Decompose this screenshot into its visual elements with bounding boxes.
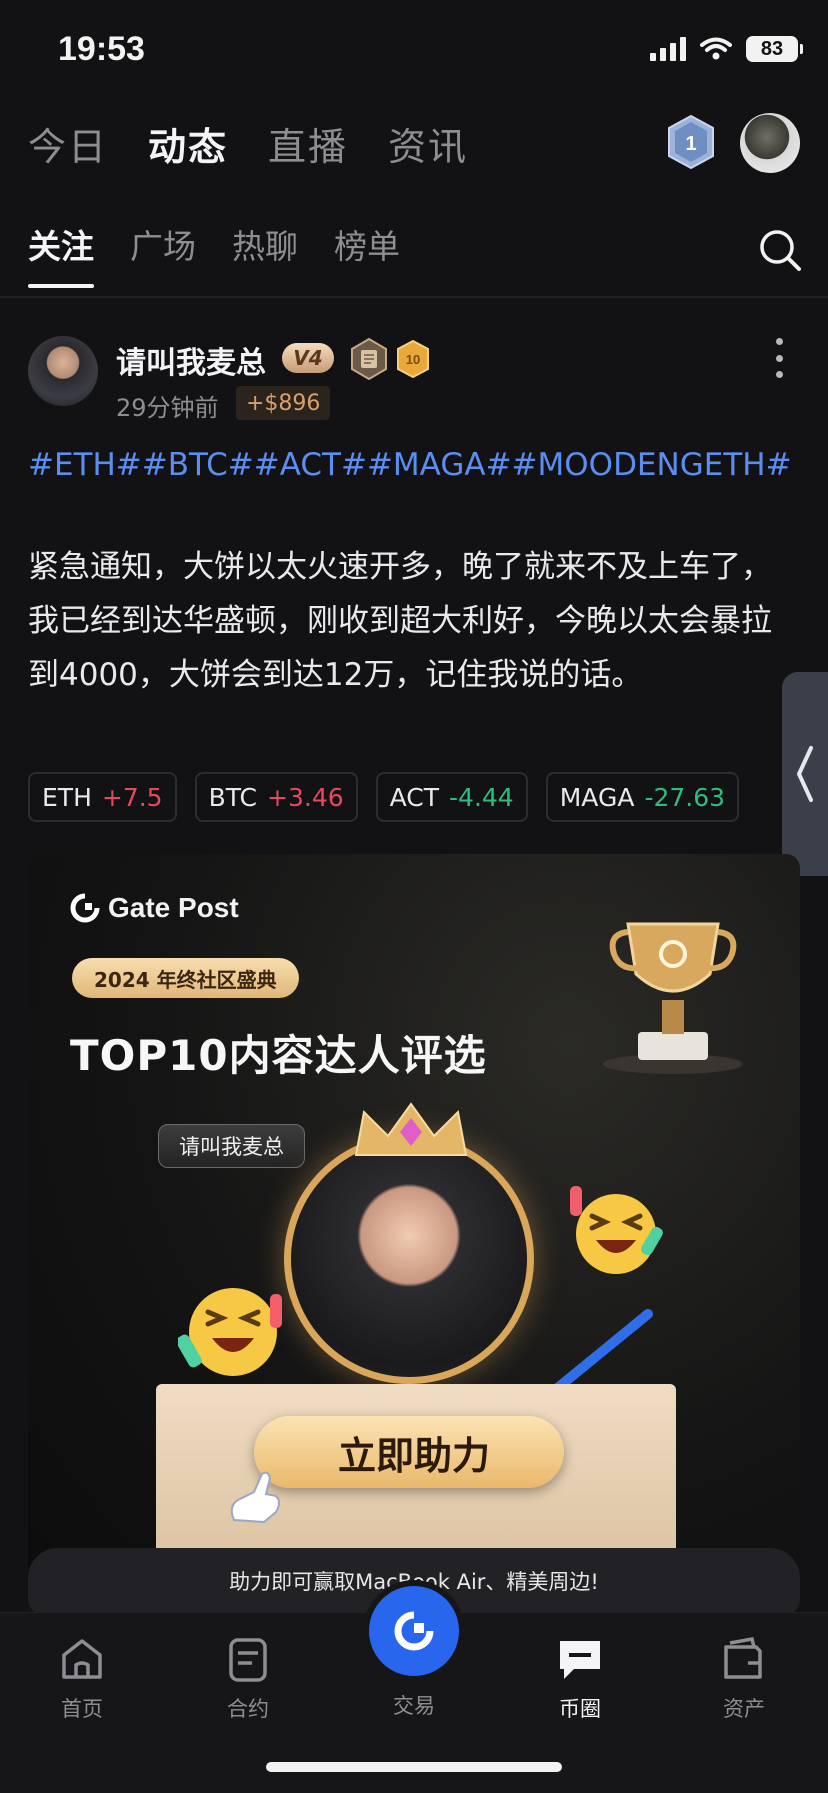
profit-badge: +$896 [236, 386, 331, 420]
status-time: 19:53 [58, 30, 145, 68]
ticker-list: ETH +7.5 BTC +3.46 ACT -4.44 MAGA -27.63 [28, 772, 740, 822]
nav-home[interactable]: 首页 [32, 1633, 132, 1723]
medal-level: 10 [406, 352, 420, 367]
home-icon [62, 1639, 102, 1679]
user-avatar[interactable] [740, 113, 800, 173]
battery-icon: 83 [746, 36, 803, 62]
sub-tabs: 关注 广场 热聊 榜单 [28, 220, 400, 288]
tab-hot-chat[interactable]: 热聊 [232, 220, 298, 288]
chevron-left-icon [797, 746, 813, 802]
contract-icon [229, 1638, 267, 1682]
nav-community[interactable]: 币圈 [530, 1633, 630, 1723]
level-medal-icon: 10 [397, 340, 429, 378]
side-drawer-handle[interactable] [782, 672, 828, 876]
status-bar: 19:53 83 [0, 0, 828, 100]
ticker-chip[interactable]: ACT -4.44 [375, 772, 528, 822]
pointing-hand-icon [230, 1471, 280, 1524]
ticker-chip[interactable]: BTC +3.46 [194, 772, 358, 822]
promo-event-pill: 2024 年终社区盛典 [72, 958, 299, 998]
nav-label: 首页 [61, 1697, 103, 1721]
signal-icon [650, 37, 686, 61]
more-options-icon[interactable] [772, 338, 786, 378]
tab-square[interactable]: 广场 [130, 220, 196, 288]
search-icon[interactable] [758, 228, 802, 272]
ticker-change: -4.44 [449, 782, 514, 812]
vip-badge: V4 [282, 343, 334, 373]
nav-trade-label[interactable]: 交易 [364, 1690, 464, 1720]
nav-label: 合约 [227, 1697, 269, 1721]
nominee-name-bubble: 请叫我麦总 [158, 1124, 305, 1168]
tab-live[interactable]: 直播 [268, 116, 348, 171]
gate-logo-icon [70, 893, 100, 923]
support-now-button[interactable]: 立即助力 [254, 1416, 564, 1488]
promo-banner[interactable]: Gate Post 2024 年终社区盛典 TOP10内容达人评选 请叫我麦总 [28, 854, 800, 1614]
nav-label: 资产 [723, 1697, 765, 1721]
tab-feed[interactable]: 动态 [148, 116, 228, 171]
tab-leaderboard[interactable]: 榜单 [334, 220, 400, 288]
ticker-symbol: ACT [389, 782, 440, 812]
post-time: 29分钟前 [116, 394, 219, 422]
ticker-symbol: MAGA [559, 782, 635, 812]
trophy-icon [603, 922, 743, 1074]
crown-icon [354, 1102, 468, 1156]
ticker-change: -27.63 [644, 782, 726, 812]
rank-badge-icon[interactable]: 1 [666, 114, 716, 170]
tab-news[interactable]: 资讯 [388, 116, 468, 171]
chat-icon [560, 1641, 600, 1679]
nominee-portrait [284, 1134, 534, 1384]
ticker-symbol: ETH [42, 782, 92, 812]
home-indicator[interactable] [266, 1762, 562, 1772]
rank-badge-number: 1 [685, 133, 696, 155]
ticker-change: +7.5 [101, 782, 163, 812]
wifi-icon [700, 37, 732, 60]
author-avatar[interactable] [28, 336, 98, 406]
ticker-change: +3.46 [267, 782, 344, 812]
post-hashtags[interactable]: #ETH##BTC##ACT##MAGA##MOODENGETH# [28, 440, 798, 490]
promo-title: TOP10内容达人评选 [70, 1031, 487, 1080]
gate-post-logo: Gate Post [70, 892, 239, 924]
ticker-chip[interactable]: MAGA -27.63 [545, 772, 740, 822]
promo-brand: Gate Post [108, 892, 239, 923]
ticker-chip[interactable]: ETH +7.5 [28, 772, 177, 822]
post-content: 紧急通知，大饼以太火速开多，晚了就来不及上车了，我已经到达华盛顿，刚收到超大利好… [28, 549, 772, 693]
author-name[interactable]: 请叫我麦总 [116, 338, 266, 382]
trade-button[interactable] [369, 1586, 459, 1676]
status-icons: 83 [650, 36, 803, 62]
laughing-emoji-icon [570, 1186, 663, 1274]
wallet-icon [724, 1636, 762, 1679]
header-divider [0, 296, 828, 298]
nav-assets[interactable]: 资产 [694, 1633, 794, 1723]
scroll-medal-icon [351, 338, 387, 380]
laughing-emoji-icon [178, 1288, 282, 1376]
tab-following[interactable]: 关注 [28, 220, 94, 288]
nav-label: 币圈 [559, 1697, 601, 1721]
top-tabs: 今日 动态 直播 资讯 [28, 116, 468, 171]
trade-icon [394, 1611, 434, 1651]
ticker-symbol: BTC [208, 782, 258, 812]
tab-today[interactable]: 今日 [28, 116, 108, 171]
nav-contract[interactable]: 合约 [198, 1633, 298, 1723]
